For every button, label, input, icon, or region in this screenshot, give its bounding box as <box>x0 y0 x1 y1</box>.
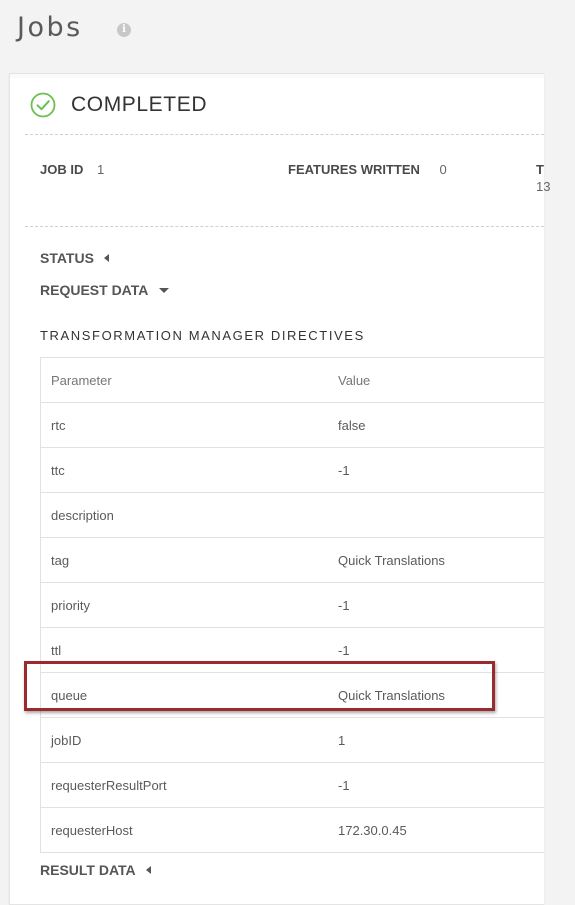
job-card: COMPLETED JOB ID 1 FEATURES WRITTEN 0 T … <box>9 73 550 905</box>
features-written-value: 0 <box>439 162 447 177</box>
table-row: requesterResultPort -1 <box>40 762 544 808</box>
caret-left-icon <box>145 866 151 874</box>
value-cell: -1 <box>338 582 544 628</box>
value-cell: 172.30.0.45 <box>338 807 544 853</box>
param-cell: requesterResultPort <box>40 762 338 808</box>
param-cell: requesterHost <box>40 807 338 853</box>
page-header: Jobs i <box>0 0 575 62</box>
table-header-row: Parameter Value <box>40 357 544 403</box>
table-row: queue Quick Translations <box>40 672 544 718</box>
table-row: ttl -1 <box>40 627 544 673</box>
directives-table: Parameter Value rtc false ttc -1 descrip… <box>40 357 544 853</box>
request-data-section-toggle[interactable]: REQUEST DATA <box>40 282 170 298</box>
table-row: priority -1 <box>40 582 544 628</box>
features-written-field: FEATURES WRITTEN 0 <box>288 162 447 177</box>
value-cell: Quick Translations <box>338 537 544 583</box>
request-data-section-label: REQUEST DATA <box>40 282 149 298</box>
param-cell: ttl <box>40 627 338 673</box>
param-cell: queue <box>40 672 338 718</box>
table-row: jobID 1 <box>40 717 544 763</box>
info-icon[interactable]: i <box>117 23 131 37</box>
value-cell: 1 <box>338 717 544 763</box>
column-header-value: Value <box>338 357 544 403</box>
value-cell: false <box>338 402 544 448</box>
page-title: Jobs <box>17 12 83 43</box>
value-cell: Quick Translations <box>338 672 544 718</box>
directives-title: TRANSFORMATION MANAGER DIRECTIVES <box>40 328 365 343</box>
caret-down-icon <box>159 287 170 293</box>
column-header-parameter: Parameter <box>40 357 338 403</box>
table-row: description <box>40 492 544 538</box>
divider <box>25 134 544 135</box>
status-section-label: STATUS <box>40 250 94 266</box>
param-cell: tag <box>40 537 338 583</box>
features-written-label: FEATURES WRITTEN <box>288 162 420 177</box>
value-cell: -1 <box>338 447 544 493</box>
param-cell: description <box>40 492 338 538</box>
caret-left-icon <box>103 254 109 262</box>
param-cell: rtc <box>40 402 338 448</box>
table-row: ttc -1 <box>40 447 544 493</box>
status-section-toggle[interactable]: STATUS <box>40 250 109 266</box>
truncated-field: T 13 <box>536 162 550 194</box>
value-cell: -1 <box>338 762 544 808</box>
value-cell <box>338 492 544 538</box>
card-top-strip <box>10 74 544 78</box>
param-cell: jobID <box>40 717 338 763</box>
truncated-label: T <box>536 162 544 177</box>
job-id-field: JOB ID 1 <box>40 162 104 177</box>
param-cell: priority <box>40 582 338 628</box>
job-id-value: 1 <box>96 162 105 177</box>
job-status-header: COMPLETED <box>30 88 207 122</box>
table-row: requesterHost 172.30.0.45 <box>40 807 544 853</box>
result-data-section-label: RESULT DATA <box>40 862 136 878</box>
value-cell: -1 <box>338 627 544 673</box>
param-cell: ttc <box>40 447 338 493</box>
job-id-label: JOB ID <box>40 162 84 177</box>
truncated-value: 13 <box>536 179 551 194</box>
check-circle-icon <box>30 92 56 118</box>
table-row: tag Quick Translations <box>40 537 544 583</box>
result-data-section-toggle[interactable]: RESULT DATA <box>40 862 151 878</box>
divider <box>25 226 544 227</box>
job-status-text: COMPLETED <box>71 93 208 116</box>
table-row: rtc false <box>40 402 544 448</box>
